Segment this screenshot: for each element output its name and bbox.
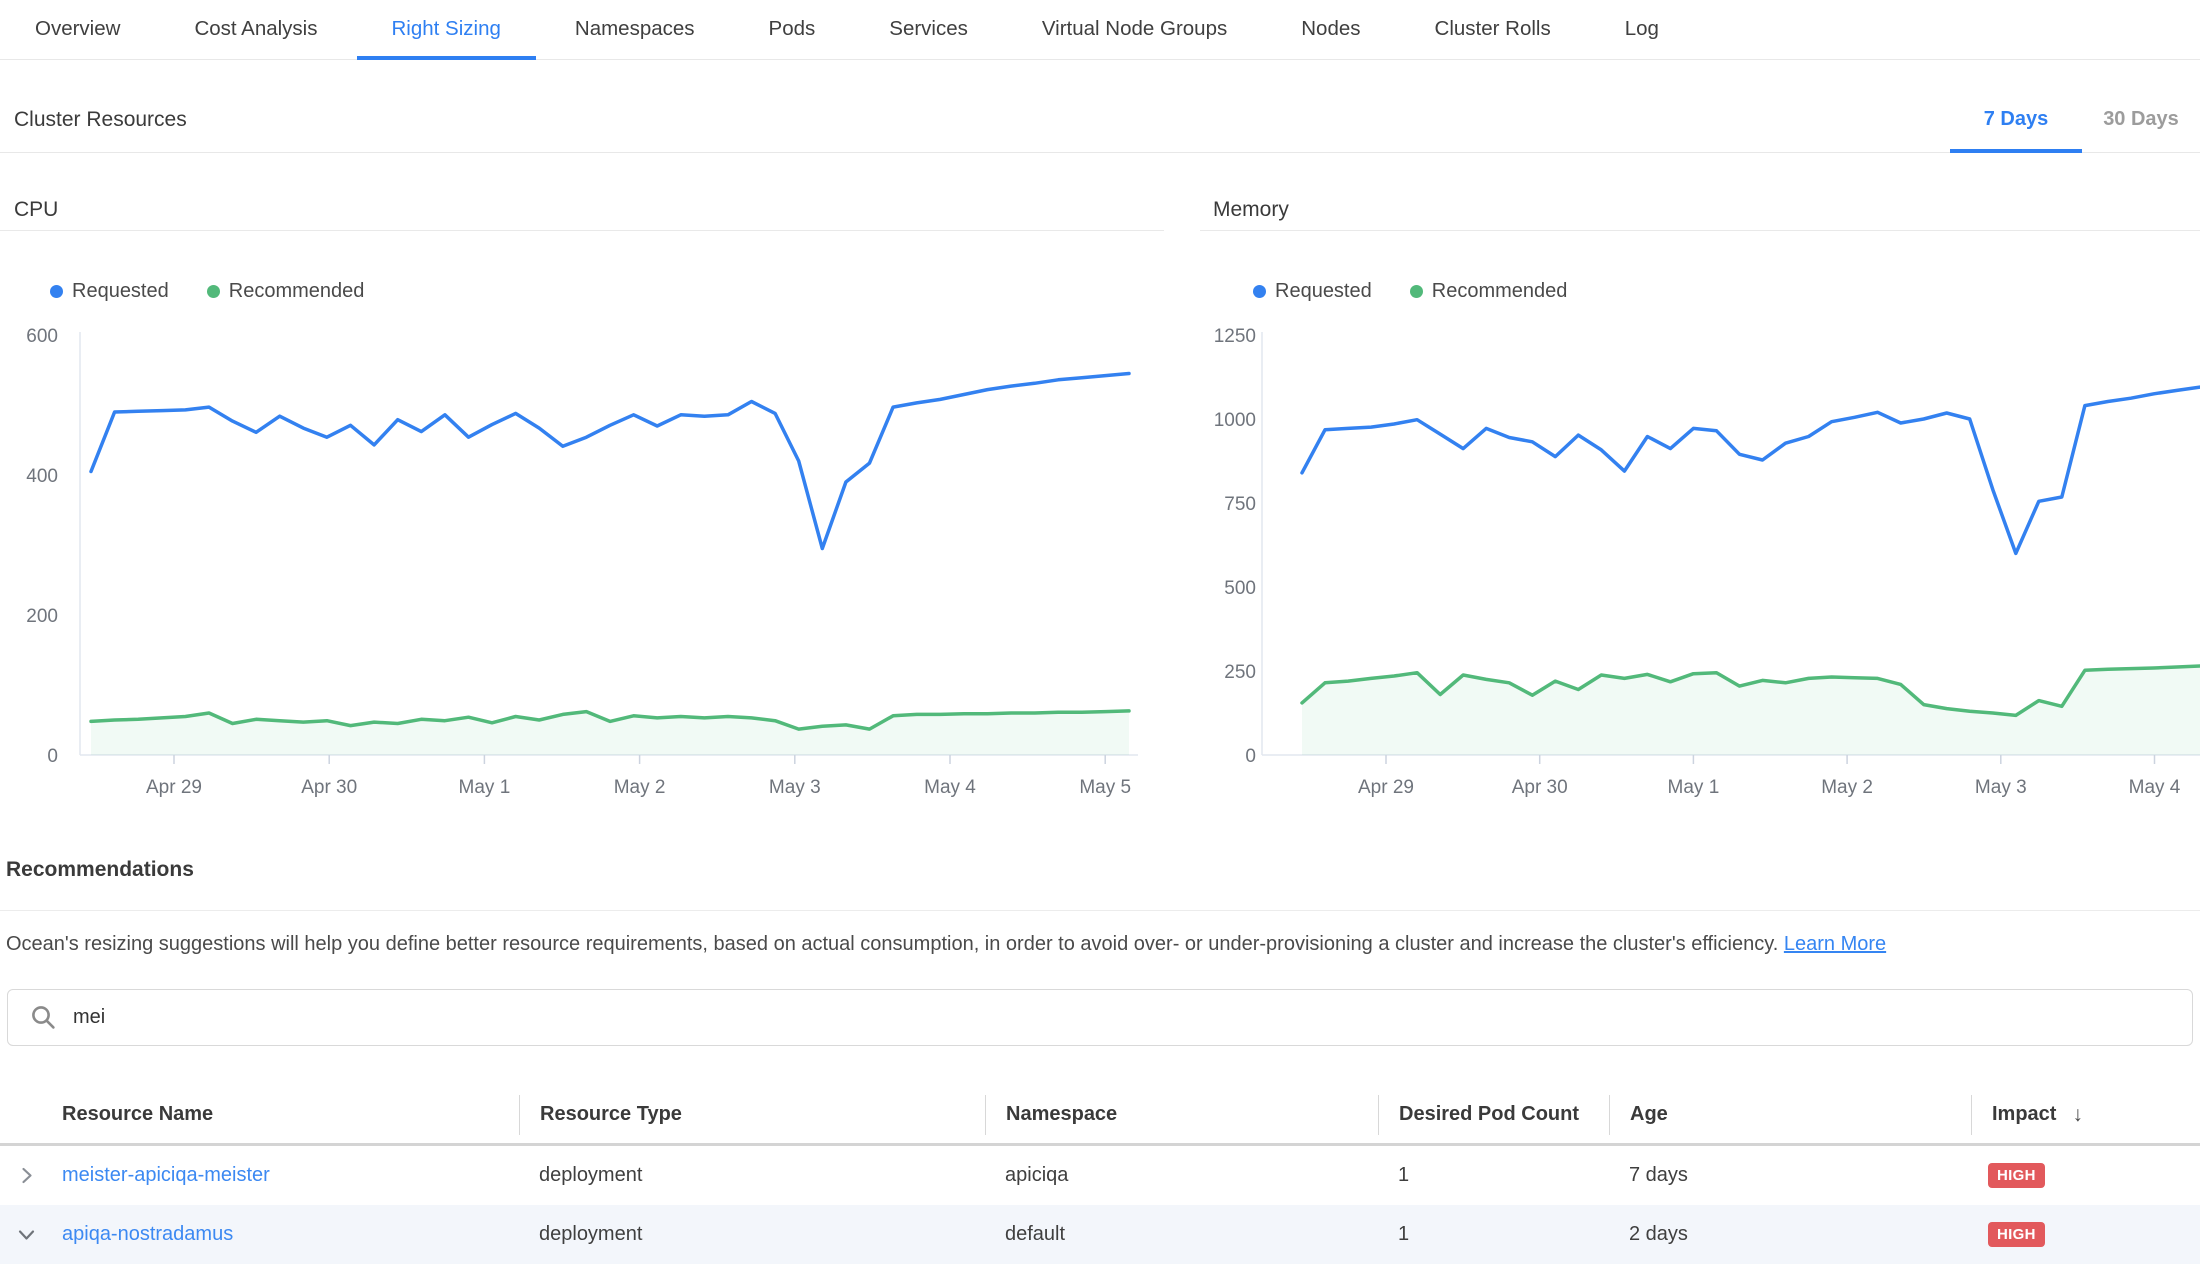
memory-chart-title: Memory bbox=[1213, 198, 1289, 222]
impact-badge: HIGH bbox=[1988, 1222, 2045, 1247]
range-tab-30-days[interactable]: 30 Days bbox=[2082, 90, 2200, 153]
memory-legend: Requested Recommended bbox=[1253, 280, 1567, 303]
svg-text:Apr 29: Apr 29 bbox=[146, 777, 202, 798]
recommended-dot-icon bbox=[207, 285, 220, 298]
svg-text:0: 0 bbox=[47, 746, 58, 767]
tab-overview[interactable]: Overview bbox=[0, 0, 155, 60]
cluster-resources-title: Cluster Resources bbox=[14, 108, 187, 132]
recommendations-table: Resource Name Resource Type Namespace De… bbox=[0, 1086, 2200, 1264]
resource-search-box[interactable] bbox=[7, 989, 2193, 1046]
namespace-cell: apiciqa bbox=[985, 1164, 1378, 1187]
svg-text:May 4: May 4 bbox=[924, 777, 976, 798]
resource-type-cell: deployment bbox=[519, 1164, 985, 1187]
svg-text:May 4: May 4 bbox=[2129, 777, 2181, 798]
svg-text:750: 750 bbox=[1224, 494, 1256, 515]
search-icon bbox=[30, 1004, 57, 1031]
age-cell: 2 days bbox=[1609, 1223, 1971, 1246]
svg-text:0: 0 bbox=[1245, 746, 1256, 767]
tab-services[interactable]: Services bbox=[854, 0, 1003, 60]
age-cell: 7 days bbox=[1609, 1164, 1971, 1187]
svg-text:May 5: May 5 bbox=[1079, 777, 1131, 798]
learn-more-link[interactable]: Learn More bbox=[1784, 933, 1886, 955]
svg-text:May 3: May 3 bbox=[769, 777, 821, 798]
svg-text:Apr 30: Apr 30 bbox=[1512, 777, 1568, 798]
column-header-resource-type[interactable]: Resource Type bbox=[519, 1095, 985, 1135]
svg-text:250: 250 bbox=[1224, 662, 1256, 683]
svg-text:May 1: May 1 bbox=[459, 777, 511, 798]
svg-text:600: 600 bbox=[26, 326, 58, 347]
svg-text:May 2: May 2 bbox=[1821, 777, 1873, 798]
chevron-down-icon[interactable] bbox=[17, 1225, 36, 1244]
svg-text:Apr 30: Apr 30 bbox=[301, 777, 357, 798]
cpu-legend: Requested Recommended bbox=[50, 280, 364, 303]
tab-pods[interactable]: Pods bbox=[734, 0, 851, 60]
svg-text:Apr 29: Apr 29 bbox=[1358, 777, 1414, 798]
svg-text:May 2: May 2 bbox=[614, 777, 666, 798]
resource-type-cell: deployment bbox=[519, 1223, 985, 1246]
recommendations-divider bbox=[0, 910, 2200, 911]
cluster-resources-header: Cluster Resources 7 Days 30 Days bbox=[0, 90, 2200, 153]
recommendations-title: Recommendations bbox=[6, 858, 194, 882]
resource-name-link[interactable]: meister-apiciqa-meister bbox=[62, 1164, 270, 1186]
tab-right-sizing[interactable]: Right Sizing bbox=[357, 0, 536, 60]
svg-text:1250: 1250 bbox=[1214, 326, 1256, 347]
legend-label: Recommended bbox=[229, 280, 365, 303]
column-header-age[interactable]: Age bbox=[1609, 1095, 1971, 1135]
cpu-chart-title: CPU bbox=[14, 198, 58, 222]
requested-dot-icon bbox=[1253, 285, 1266, 298]
svg-text:400: 400 bbox=[26, 466, 58, 487]
namespace-cell: default bbox=[985, 1223, 1378, 1246]
legend-label: Recommended bbox=[1432, 280, 1568, 303]
cpu-legend-requested[interactable]: Requested bbox=[50, 280, 169, 303]
cpu-legend-recommended[interactable]: Recommended bbox=[207, 280, 365, 303]
impact-badge: HIGH bbox=[1988, 1163, 2045, 1188]
tab-nodes[interactable]: Nodes bbox=[1266, 0, 1395, 60]
tab-log[interactable]: Log bbox=[1590, 0, 1694, 60]
column-header-namespace[interactable]: Namespace bbox=[985, 1095, 1378, 1135]
column-header-impact[interactable]: Impact ↓ bbox=[1971, 1095, 2200, 1135]
legend-label: Requested bbox=[1275, 280, 1372, 303]
table-row[interactable]: meister-apiciqa-meister deployment apici… bbox=[0, 1146, 2200, 1205]
date-range-tabs: 7 Days 30 Days bbox=[1950, 90, 2200, 153]
legend-label: Requested bbox=[72, 280, 169, 303]
column-header-desired-pod-count[interactable]: Desired Pod Count bbox=[1378, 1095, 1609, 1135]
requested-dot-icon bbox=[50, 285, 63, 298]
desired-pod-count-cell: 1 bbox=[1378, 1164, 1609, 1187]
table-header-row: Resource Name Resource Type Namespace De… bbox=[0, 1086, 2200, 1146]
range-tab-7-days[interactable]: 7 Days bbox=[1950, 90, 2082, 153]
recommendations-description-text: Ocean's resizing suggestions will help y… bbox=[6, 933, 1778, 955]
memory-legend-recommended[interactable]: Recommended bbox=[1410, 280, 1568, 303]
tab-namespaces[interactable]: Namespaces bbox=[540, 0, 730, 60]
tab-virtual-node-groups[interactable]: Virtual Node Groups bbox=[1007, 0, 1262, 60]
chevron-right-icon[interactable] bbox=[17, 1166, 36, 1185]
svg-text:500: 500 bbox=[1224, 578, 1256, 599]
recommended-dot-icon bbox=[1410, 285, 1423, 298]
svg-text:1000: 1000 bbox=[1214, 410, 1256, 431]
top-tab-bar: Overview Cost Analysis Right Sizing Name… bbox=[0, 0, 2200, 60]
sort-desc-icon[interactable]: ↓ bbox=[2072, 1103, 2083, 1127]
impact-header-label: Impact bbox=[1992, 1103, 2056, 1126]
cpu-title-rule bbox=[0, 230, 1164, 231]
desired-pod-count-cell: 1 bbox=[1378, 1223, 1609, 1246]
header-expander-spacer bbox=[0, 1095, 52, 1135]
tab-cost-analysis[interactable]: Cost Analysis bbox=[159, 0, 352, 60]
svg-text:May 1: May 1 bbox=[1668, 777, 1720, 798]
table-row[interactable]: apiqa-nostradamus deployment default 1 2… bbox=[0, 1205, 2200, 1264]
column-header-resource-name[interactable]: Resource Name bbox=[52, 1095, 519, 1135]
svg-text:200: 200 bbox=[26, 606, 58, 627]
memory-line-chart: 1250 1000 750 500 250 0 Apr 29 Apr 30 May 1 May 2… bbox=[1180, 318, 2200, 808]
memory-legend-requested[interactable]: Requested bbox=[1253, 280, 1372, 303]
memory-title-rule bbox=[1200, 230, 2200, 231]
cpu-line-chart: 600 400 200 0 Apr 29 Apr 30 May 1 May 2 May 3 May… bbox=[0, 318, 1170, 808]
resource-name-link[interactable]: apiqa-nostradamus bbox=[62, 1223, 233, 1245]
search-input[interactable] bbox=[71, 1005, 2192, 1030]
tab-cluster-rolls[interactable]: Cluster Rolls bbox=[1400, 0, 1586, 60]
svg-text:May 3: May 3 bbox=[1975, 777, 2027, 798]
recommendations-description: Ocean's resizing suggestions will help y… bbox=[6, 933, 1886, 956]
